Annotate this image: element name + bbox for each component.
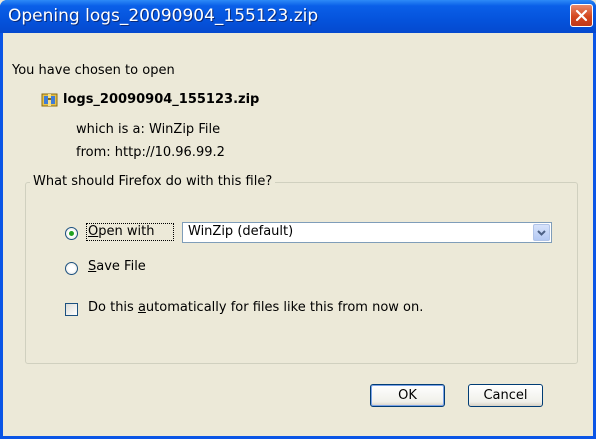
file-name: logs_20090904_155123.zip xyxy=(63,92,260,107)
radio-selected-dot xyxy=(69,231,74,236)
cancel-button[interactable]: Cancel xyxy=(468,384,543,407)
dialog-body: You have chosen to open logs_20090904_15… xyxy=(3,33,593,436)
close-button[interactable] xyxy=(570,4,593,27)
action-question: What should Firefox do with this file? xyxy=(30,174,276,189)
save-file-radio[interactable] xyxy=(65,262,78,275)
winzip-file-icon xyxy=(41,93,58,107)
dialog-title: Opening logs_20090904_155123.zip xyxy=(8,6,319,26)
chevron-down-icon xyxy=(537,230,546,236)
chosen-to-open-text: You have chosen to open xyxy=(12,63,175,78)
close-icon xyxy=(575,9,588,22)
ok-button[interactable]: OK xyxy=(370,384,445,407)
auto-action-label[interactable]: Do this automatically for files like thi… xyxy=(88,300,423,315)
title-bar[interactable]: Opening logs_20090904_155123.zip xyxy=(0,0,596,33)
save-file-label[interactable]: Save File xyxy=(88,259,146,274)
application-select[interactable]: WinZip (default) xyxy=(182,222,552,243)
dialog-window: Opening logs_20090904_155123.zip You hav… xyxy=(0,0,596,439)
file-type-text: which is a: WinZip File xyxy=(76,122,221,137)
dropdown-button[interactable] xyxy=(533,224,550,241)
auto-action-checkbox[interactable] xyxy=(65,303,78,316)
open-with-radio[interactable] xyxy=(65,227,78,240)
open-with-label[interactable]: Open with xyxy=(88,224,154,239)
application-select-value: WinZip (default) xyxy=(188,224,294,239)
file-source-text: from: http://10.96.99.2 xyxy=(76,145,225,160)
